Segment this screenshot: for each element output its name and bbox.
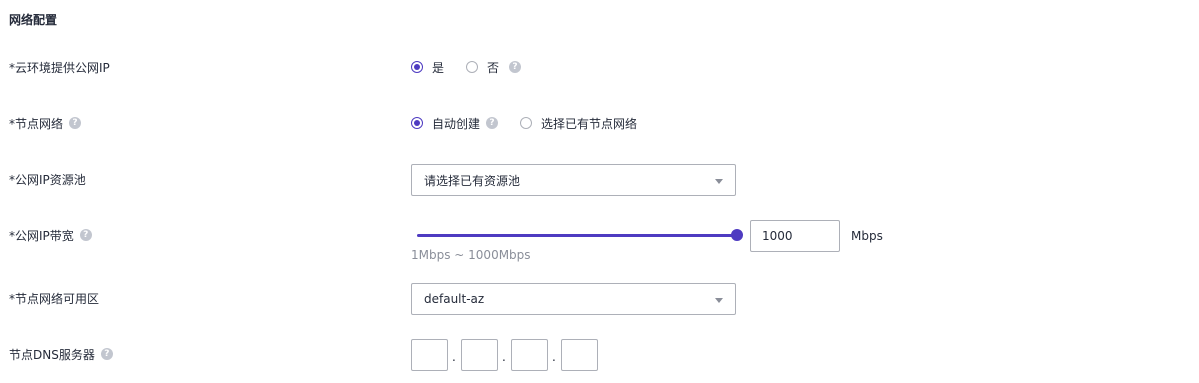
dns-label-row: 节点DNS服务器 ?	[9, 346, 113, 362]
availability-zone-select-value: default-az	[424, 292, 485, 306]
public-ip-option-no[interactable]: 否	[466, 59, 499, 76]
node-network-option-auto-label: 自动创建	[432, 116, 481, 131]
help-circle-icon[interactable]: ?	[100, 348, 113, 360]
dns-octet-2[interactable]	[461, 339, 498, 371]
dns-octet-1[interactable]	[411, 339, 448, 371]
bandwidth-input[interactable]	[750, 220, 840, 252]
dns-octet-3[interactable]	[511, 339, 548, 371]
dns-octet-4[interactable]	[561, 339, 598, 371]
dns-separator: .	[552, 350, 556, 364]
availability-zone-label: *节点网络可用区	[9, 291, 100, 306]
node-network-option-existing-label: 选择已有节点网络	[541, 116, 638, 131]
bandwidth-slider-handle[interactable]	[731, 229, 743, 241]
bandwidth-slider-track[interactable]	[417, 234, 736, 237]
radio-checked-icon[interactable]	[411, 61, 423, 73]
node-network-label: *节点网络	[9, 116, 64, 131]
help-circle-icon[interactable]: ?	[79, 229, 92, 241]
ip-pool-select-placeholder: 请选择已有资源池	[424, 173, 521, 188]
ip-pool-select[interactable]: 请选择已有资源池	[411, 164, 736, 196]
caret-down-icon	[715, 298, 723, 303]
radio-unchecked-icon[interactable]	[520, 117, 533, 129]
dns-separator: .	[502, 350, 506, 364]
node-network-option-existing[interactable]: 选择已有节点网络	[520, 115, 637, 132]
help-circle-icon[interactable]: ?	[509, 61, 522, 73]
public-ip-option-yes-label: 是	[432, 60, 445, 75]
radio-unchecked-icon[interactable]	[466, 61, 479, 73]
public-ip-label-row: *云环境提供公网IP	[9, 59, 110, 75]
dns-label: 节点DNS服务器	[9, 347, 95, 362]
ip-pool-label: *公网IP资源池	[9, 172, 86, 187]
public-ip-option-yes[interactable]: 是	[411, 59, 444, 76]
help-circle-icon[interactable]: ?	[486, 117, 499, 129]
public-ip-radio-group: 是 否 ?	[411, 59, 522, 76]
node-network-label-row: *节点网络 ?	[9, 115, 82, 131]
caret-down-icon	[715, 179, 723, 184]
availability-zone-label-row: *节点网络可用区	[9, 290, 99, 306]
help-circle-icon[interactable]: ?	[69, 117, 82, 129]
bandwidth-label: *公网IP带宽	[9, 228, 74, 243]
section-title: 网络配置	[9, 13, 58, 27]
public-ip-option-no-label: 否	[487, 60, 500, 75]
radio-checked-icon[interactable]	[411, 117, 423, 129]
public-ip-label: *云环境提供公网IP	[9, 60, 110, 75]
bandwidth-unit: Mbps	[851, 229, 883, 243]
ip-pool-label-row: *公网IP资源池	[9, 171, 86, 187]
bandwidth-label-row: *公网IP带宽 ?	[9, 227, 92, 243]
availability-zone-select[interactable]: default-az	[411, 283, 736, 315]
bandwidth-range-hint: 1Mbps ~ 1000Mbps	[411, 248, 531, 262]
node-network-radio-group: 自动创建 ? 选择已有节点网络	[411, 115, 659, 131]
dns-separator: .	[452, 350, 456, 364]
node-network-option-auto[interactable]: 自动创建	[411, 115, 480, 132]
